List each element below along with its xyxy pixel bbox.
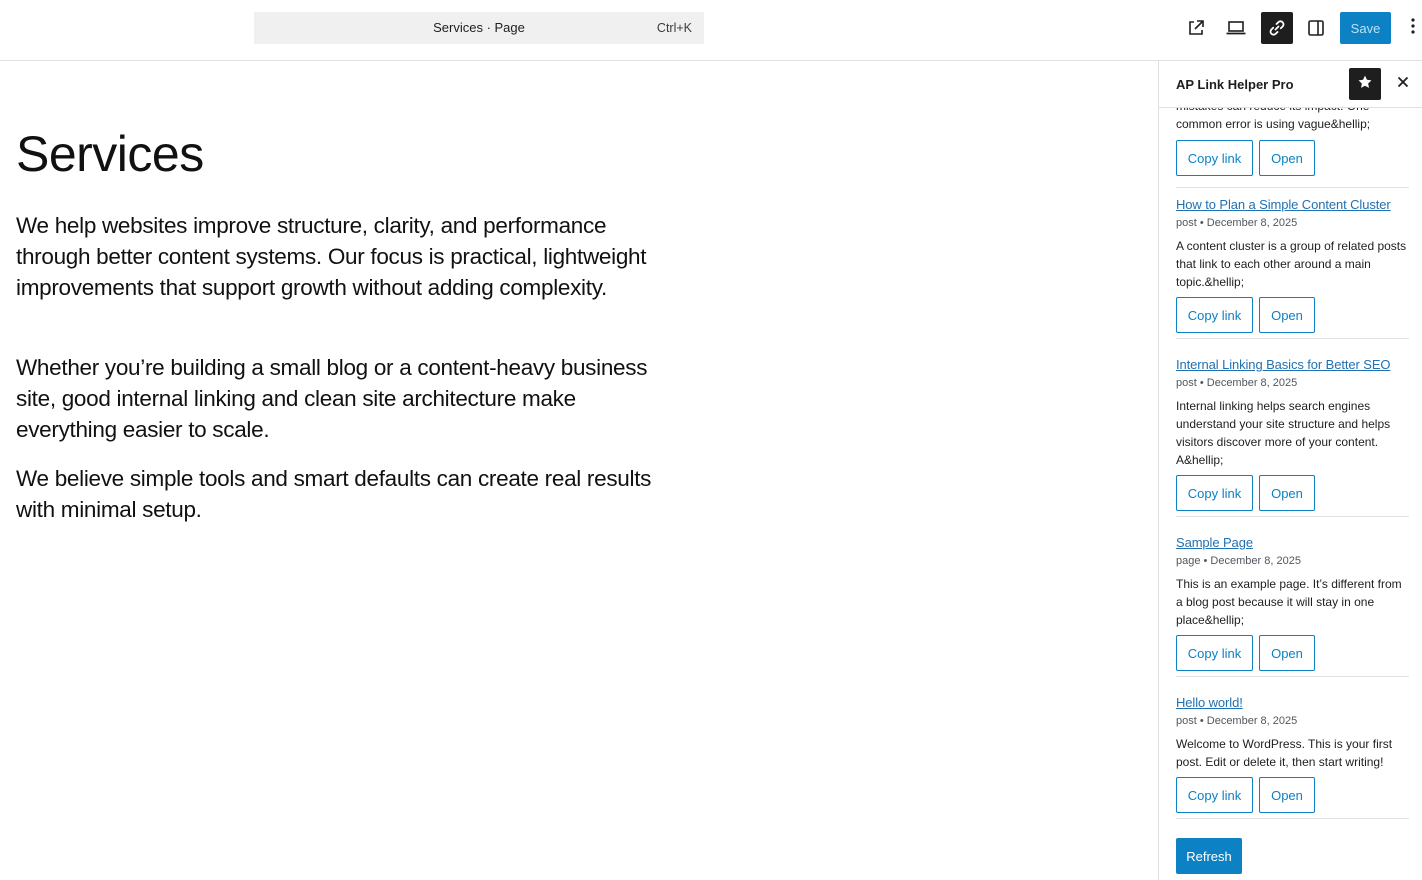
open-button[interactable]: Open [1259, 777, 1315, 813]
star-icon [1357, 74, 1373, 95]
settings-sidebar-toggle[interactable] [1300, 12, 1332, 44]
copy-link-button[interactable]: Copy link [1176, 635, 1253, 671]
post-excerpt: This is an example page. It’s different … [1176, 577, 1402, 627]
open-button[interactable]: Open [1259, 140, 1315, 176]
post-meta: post • December 8, 2025 [1176, 377, 1298, 389]
more-options-icon [1411, 17, 1415, 39]
open-button[interactable]: Open [1259, 635, 1315, 671]
copy-link-button[interactable]: Copy link [1176, 140, 1253, 176]
sidebar-toggle-icon [1306, 18, 1326, 38]
paragraph-block[interactable]: We believe simple tools and smart defaul… [16, 463, 666, 525]
post-title-link[interactable]: How to Plan a Simple Content Cluster [1176, 197, 1409, 212]
sidebar-header: AP Link Helper Pro [1159, 61, 1422, 108]
refresh-button[interactable]: Refresh [1176, 838, 1242, 874]
post-meta: post • December 8, 2025 [1176, 715, 1298, 727]
pin-plugin-button[interactable] [1349, 68, 1381, 100]
post-meta: post • December 8, 2025 [1176, 217, 1298, 229]
sidebar-title: AP Link Helper Pro [1176, 77, 1294, 92]
post-excerpt: Internal linking helps search engines un… [1176, 399, 1391, 467]
view-page-button[interactable] [1180, 12, 1212, 44]
list-item: Sample Page page • December 8, 2025 This… [1176, 535, 1409, 677]
copy-link-button[interactable]: Copy link [1176, 297, 1253, 333]
post-title-link[interactable]: Hello world! [1176, 695, 1409, 710]
external-link-icon [1186, 18, 1206, 38]
sidebar-scroll-area[interactable]: mistakes can reduce its impact. One comm… [1159, 61, 1422, 880]
open-button[interactable]: Open [1259, 297, 1315, 333]
post-title-link[interactable]: Sample Page [1176, 535, 1409, 550]
device-preview-button[interactable] [1220, 12, 1252, 44]
paragraph-block[interactable]: We help websites improve structure, clar… [16, 210, 666, 303]
open-button[interactable]: Open [1259, 475, 1315, 511]
post-excerpt: A content cluster is a group of related … [1176, 239, 1407, 289]
post-title-link[interactable]: Internal Linking Basics for Better SEO [1176, 357, 1409, 372]
editor-toolbar: Services · Page Ctrl+K Save [0, 0, 1422, 61]
post-meta: page • December 8, 2025 [1176, 555, 1301, 567]
copy-link-button[interactable]: Copy link [1176, 777, 1253, 813]
paragraph-block[interactable]: Whether you’re building a small blog or … [16, 352, 666, 445]
list-item: Internal Linking Basics for Better SEO p… [1176, 357, 1409, 517]
list-item-actions: Copy link Open [1176, 140, 1409, 188]
list-item: How to Plan a Simple Content Cluster pos… [1176, 197, 1409, 339]
link-helper-button[interactable] [1261, 12, 1293, 44]
laptop-preview-icon [1225, 19, 1247, 37]
post-excerpt: Welcome to WordPress. This is your first… [1176, 737, 1393, 769]
editor-canvas: Services We help websites improve struct… [0, 61, 1158, 880]
keyboard-shortcut: Ctrl+K [656, 21, 692, 35]
list-item: Hello world! post • December 8, 2025 Wel… [1176, 695, 1409, 819]
more-options-button[interactable] [1404, 12, 1422, 44]
page-title[interactable]: Services [16, 125, 204, 183]
command-palette-bar[interactable]: Services · Page Ctrl+K [254, 12, 704, 44]
copy-link-button[interactable]: Copy link [1176, 475, 1253, 511]
close-sidebar-button[interactable] [1391, 72, 1415, 96]
document-title: Services · Page [433, 20, 525, 35]
link-helper-sidebar: mistakes can reduce its impact. One comm… [1158, 61, 1422, 880]
save-button[interactable]: Save [1340, 12, 1391, 44]
link-icon [1267, 18, 1287, 38]
close-icon [1397, 75, 1409, 93]
